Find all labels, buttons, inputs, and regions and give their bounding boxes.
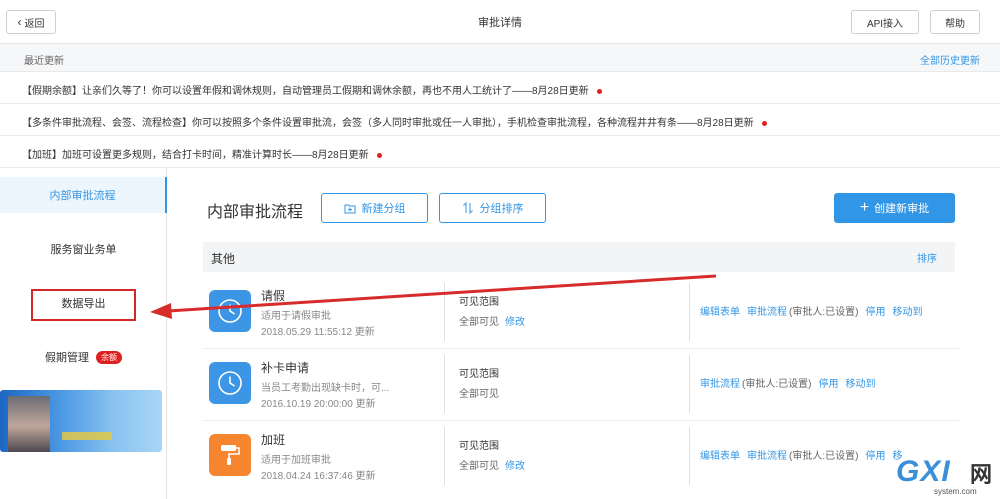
process-row: 补卡申请 当员工考勤出现缺卡时，可... 2016.10.19 20:00:00… xyxy=(203,349,959,421)
api-access-button[interactable]: API接入 xyxy=(851,10,919,34)
edit-visibility-link[interactable]: 修改 xyxy=(505,317,525,328)
process-row: 请假 适用于请假审批 2018.05.29 11:55:12 更新 可见范围 全… xyxy=(203,277,959,349)
process-name[interactable]: 请假 xyxy=(261,287,285,304)
balance-badge: 余额 xyxy=(96,350,122,364)
annotation-highlight-box xyxy=(31,289,136,321)
visibility-label: 可见范围 xyxy=(459,369,499,380)
approval-flow-link[interactable]: 审批流程 xyxy=(700,379,740,390)
process-description: 适用于请假审批 xyxy=(261,311,331,322)
approval-flow-link[interactable]: 审批流程 xyxy=(747,307,787,318)
new-group-button[interactable]: 新建分组 xyxy=(321,193,428,223)
paint-roller-icon xyxy=(209,434,251,476)
recent-updates-panel: 最近更新 全部历史更新 【假期余额】让亲们久等了！你可以设置年假和调休规则，自动… xyxy=(0,44,1000,168)
sidebar-item-label: 服务窗业务单 xyxy=(50,244,117,256)
visibility-value: 全部可见 xyxy=(459,389,499,400)
move-to-link[interactable]: 移动到 xyxy=(892,307,922,318)
approver-status: (审批人:已设置) xyxy=(789,307,859,318)
all-history-link[interactable]: 全部历史更新 xyxy=(920,52,980,67)
new-dot-icon xyxy=(596,88,602,94)
watermark-text: GXI xyxy=(896,455,951,488)
top-header: ‹ 返回 审批详情 API接入 帮助 xyxy=(0,0,1000,44)
sort-link[interactable]: 排序 xyxy=(917,250,937,265)
process-row: 加班 适用于加班审批 2018.04.24 16:37:46 更新 可见范围 全… xyxy=(203,421,959,493)
process-name[interactable]: 加班 xyxy=(261,431,285,448)
clock-icon xyxy=(209,290,251,332)
watermark-domain: system.com xyxy=(934,487,977,496)
disable-link[interactable]: 停用 xyxy=(865,451,885,462)
update-item: 【假期余额】让亲们久等了！你可以设置年假和调休规则，自动管理员工假期和调休余额，… xyxy=(0,72,1000,104)
edit-form-link[interactable]: 编辑表单 xyxy=(700,451,740,462)
new-group-label: 新建分组 xyxy=(361,203,406,215)
process-actions: 编辑表单 审批流程 (审批人:已设置) 停用 移动到 xyxy=(700,303,929,318)
visibility-scope: 全部可见 xyxy=(459,461,499,472)
site-watermark-logo: GXI 网 system.com xyxy=(896,455,998,497)
create-approval-button[interactable]: + 创建新审批 xyxy=(834,193,955,223)
update-text: 【加班】加班可设置更多规则，结合打卡时间，精准计算时长——8月28日更新 xyxy=(22,150,369,161)
approval-flow-link[interactable]: 审批流程 xyxy=(747,451,787,462)
process-description: 适用于加班审批 xyxy=(261,455,331,466)
watermark-net: 网 xyxy=(970,462,993,487)
process-updated-time: 2018.05.29 11:55:12 更新 xyxy=(261,327,375,338)
sidebar-item-service-window[interactable]: 服务窗业务单 xyxy=(0,231,167,267)
update-item: 【多条件审批流程、会签、流程检查】你可以按照多个条件设置审批流，会签（多人同时审… xyxy=(0,104,1000,136)
group-name: 其他 xyxy=(211,252,236,266)
new-dot-icon xyxy=(761,120,767,126)
process-updated-time: 2018.04.24 16:37:46 更新 xyxy=(261,471,376,482)
group-header: 其他 排序 xyxy=(203,242,955,272)
blurred-user-image xyxy=(0,390,162,452)
visibility-value: 全部可见 修改 xyxy=(459,457,525,472)
sidebar-item-leave-management[interactable]: 假期管理 余额 xyxy=(0,339,167,375)
sidebar-item-label: 内部审批流程 xyxy=(49,190,116,202)
visibility-value: 全部可见 修改 xyxy=(459,313,525,328)
sort-arrows-icon xyxy=(462,202,473,214)
move-to-link[interactable]: 移动到 xyxy=(845,379,875,390)
process-actions: 编辑表单 审批流程 (审批人:已设置) 停用移 xyxy=(700,447,909,462)
create-approval-label: 创建新审批 xyxy=(874,203,930,215)
section-title: 内部审批流程 xyxy=(207,204,304,221)
disable-link[interactable]: 停用 xyxy=(818,379,838,390)
new-dot-icon xyxy=(376,152,382,158)
visibility-label: 可见范围 xyxy=(459,441,499,452)
edit-visibility-link[interactable]: 修改 xyxy=(505,461,525,472)
disable-link[interactable]: 停用 xyxy=(865,307,885,318)
divider xyxy=(689,355,690,413)
folder-plus-icon xyxy=(344,204,355,213)
page-title: 审批详情 xyxy=(478,17,522,29)
process-name[interactable]: 补卡申请 xyxy=(261,359,309,376)
sidebar: 内部审批流程 服务窗业务单 数据导出 假期管理 余额 xyxy=(0,168,167,499)
process-description: 当员工考勤出现缺卡时，可... xyxy=(261,383,390,394)
approver-status: (审批人:已设置) xyxy=(742,379,812,390)
approver-status: (审批人:已设置) xyxy=(789,451,859,462)
visibility-label: 可见范围 xyxy=(459,297,499,308)
divider xyxy=(444,427,445,485)
divider xyxy=(689,283,690,341)
divider xyxy=(444,355,445,413)
divider xyxy=(444,283,445,341)
process-actions: 审批流程 (审批人:已设置) 停用 移动到 xyxy=(700,375,882,390)
help-button[interactable]: 帮助 xyxy=(930,10,980,34)
main-content: 内部审批流程 新建分组 分组排序 + 创建新审批 其他 排序 请假 适用于请假审… xyxy=(167,168,1000,499)
divider xyxy=(689,427,690,485)
sort-groups-button[interactable]: 分组排序 xyxy=(439,193,546,223)
blurred-face xyxy=(8,396,50,452)
plus-icon: + xyxy=(859,199,870,216)
clock-icon xyxy=(209,362,251,404)
sidebar-item-internal-approval[interactable]: 内部审批流程 xyxy=(0,177,167,213)
sidebar-item-label: 假期管理 xyxy=(45,352,89,364)
update-item: 【加班】加班可设置更多规则，结合打卡时间，精准计算时长——8月28日更新 xyxy=(0,136,1000,168)
blurred-stripe xyxy=(62,432,112,440)
sort-groups-label: 分组排序 xyxy=(479,203,524,215)
process-updated-time: 2016.10.19 20:00:00 更新 xyxy=(261,399,376,410)
edit-form-link[interactable]: 编辑表单 xyxy=(700,307,740,318)
recent-updates-header: 最近更新 全部历史更新 xyxy=(0,44,1000,72)
update-text: 【多条件审批流程、会签、流程检查】你可以按照多个条件设置审批流，会签（多人同时审… xyxy=(22,118,754,129)
recent-updates-label: 最近更新 xyxy=(24,56,64,67)
visibility-scope: 全部可见 xyxy=(459,317,499,328)
update-text: 【假期余额】让亲们久等了！你可以设置年假和调休规则，自动管理员工假期和调休余额，… xyxy=(22,86,589,97)
